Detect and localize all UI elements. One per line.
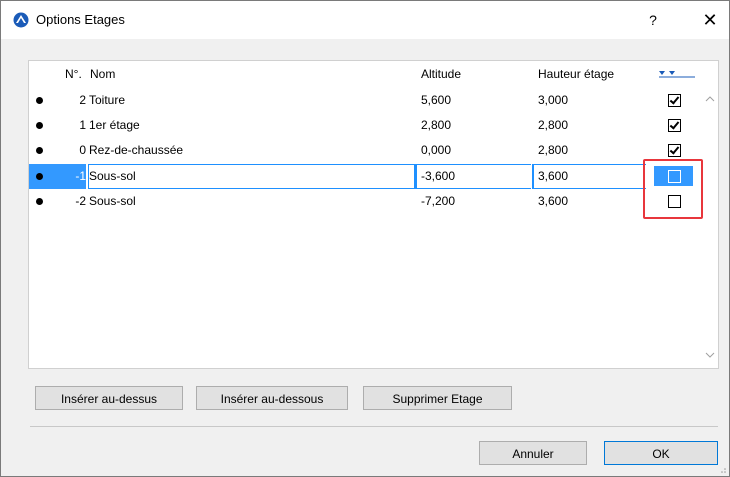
insert-below-button[interactable]: Insérer au-dessous xyxy=(196,386,348,410)
story-bullet xyxy=(36,173,43,180)
row-name[interactable]: 1er étage xyxy=(89,118,140,132)
name-edit-field[interactable] xyxy=(88,164,415,189)
row-height[interactable]: 3,600 xyxy=(538,169,568,183)
row-name[interactable]: Rez-de-chaussée xyxy=(89,143,183,157)
row-num: 0 xyxy=(79,143,86,157)
row-altitude[interactable]: 2,800 xyxy=(421,118,451,132)
story-bullet xyxy=(36,198,43,205)
row-num: 2 xyxy=(79,93,86,107)
row-name[interactable]: Toiture xyxy=(89,93,125,107)
row-height[interactable]: 2,800 xyxy=(538,118,568,132)
show-checkbox[interactable] xyxy=(668,144,681,157)
table-row[interactable]: 1 1er étage 2,800 2,800 xyxy=(29,113,699,139)
title-bar: Options Etages ? ✕ xyxy=(1,1,729,39)
row-num: -1 xyxy=(75,169,86,183)
row-num: 1 xyxy=(79,118,86,132)
row-height[interactable]: 2,800 xyxy=(538,143,568,157)
row-num: -2 xyxy=(75,194,86,208)
row-height[interactable]: 3,000 xyxy=(538,93,568,107)
resize-grip-icon[interactable] xyxy=(719,466,727,474)
table-row[interactable]: 0 Rez-de-chaussée 0,000 2,800 xyxy=(29,138,699,164)
window-title: Options Etages xyxy=(36,12,125,27)
app-icon xyxy=(13,12,29,28)
scroll-up-icon[interactable] xyxy=(704,93,716,105)
header-altitude[interactable]: Altitude xyxy=(421,67,461,81)
row-altitude[interactable]: 5,600 xyxy=(421,93,451,107)
options-etages-dialog: Options Etages ? ✕ N°. Nom Altitude Haut… xyxy=(0,0,730,477)
row-altitude[interactable]: -7,200 xyxy=(421,194,455,208)
stories-table: N°. Nom Altitude Hauteur étage 2 Toiture… xyxy=(28,60,719,369)
story-bullet xyxy=(36,97,43,104)
table-row-selected[interactable]: -1 Sous-sol -3,600 3,600 xyxy=(29,164,699,190)
help-button[interactable]: ? xyxy=(641,8,665,32)
filter-icon[interactable] xyxy=(659,69,695,79)
row-name[interactable]: Sous-sol xyxy=(89,169,136,183)
story-bullet xyxy=(36,147,43,154)
show-checkbox[interactable] xyxy=(668,119,681,132)
row-altitude[interactable]: 0,000 xyxy=(421,143,451,157)
row-name[interactable]: Sous-sol xyxy=(89,194,136,208)
close-icon[interactable]: ✕ xyxy=(698,8,722,32)
separator xyxy=(30,426,718,427)
table-row[interactable]: -2 Sous-sol -7,200 3,600 xyxy=(29,189,699,215)
delete-story-button[interactable]: Supprimer Etage xyxy=(363,386,512,410)
table-row[interactable]: 2 Toiture 5,600 3,000 xyxy=(29,88,699,114)
highlight-frame xyxy=(643,159,703,219)
scroll-down-icon[interactable] xyxy=(704,349,716,361)
ok-button[interactable]: OK xyxy=(604,441,718,465)
row-height[interactable]: 3,600 xyxy=(538,194,568,208)
cancel-button[interactable]: Annuler xyxy=(479,441,587,465)
row-altitude[interactable]: -3,600 xyxy=(421,169,455,183)
show-checkbox[interactable] xyxy=(668,94,681,107)
insert-above-button[interactable]: Insérer au-dessus xyxy=(35,386,183,410)
header-height[interactable]: Hauteur étage xyxy=(538,67,614,81)
header-name[interactable]: Nom xyxy=(90,67,115,81)
story-bullet xyxy=(36,122,43,129)
header-num[interactable]: N°. xyxy=(65,67,82,81)
